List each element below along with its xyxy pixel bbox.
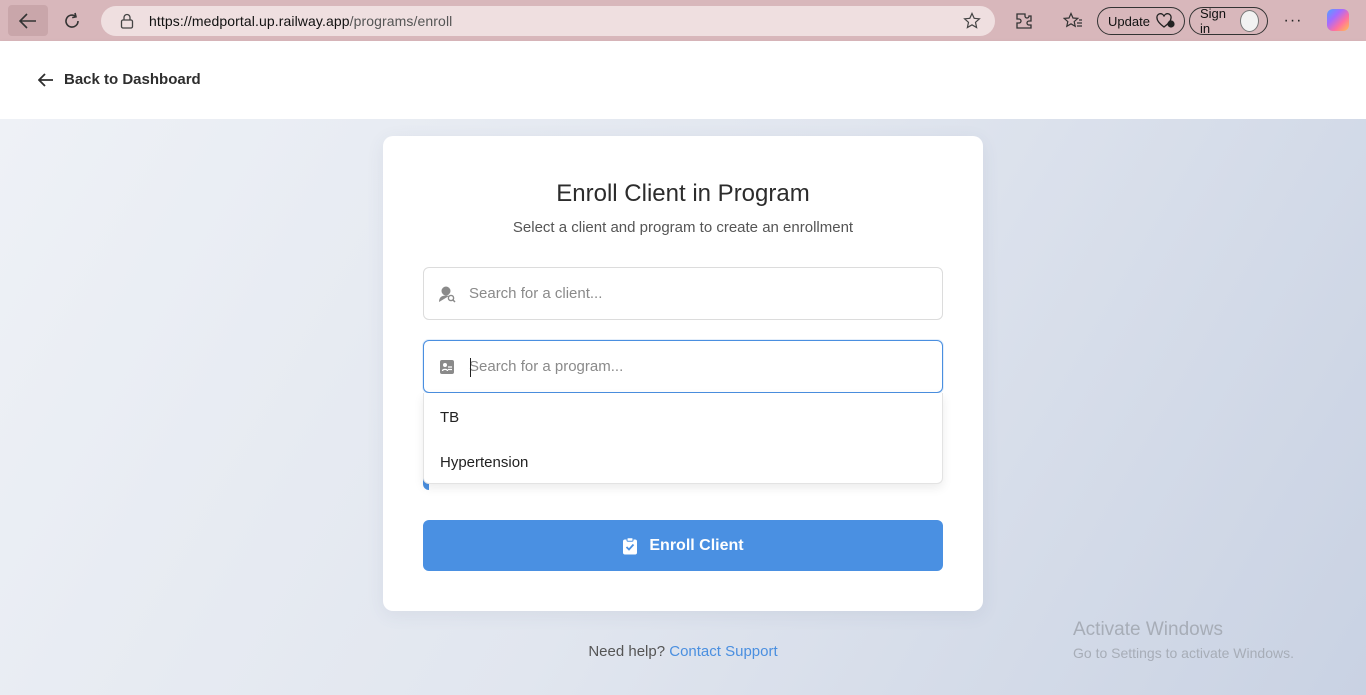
heart-alert-icon [1156,13,1175,28]
text-caret [470,358,471,377]
url-text: https://medportal.up.railway.app/program… [149,13,453,29]
lock-icon [119,13,135,29]
program-option-tb[interactable]: TB [440,409,459,426]
page-subtitle: Select a client and program to create an… [512,219,854,236]
activate-windows-watermark: Activate Windows Go to Settings to activ… [1073,619,1294,661]
update-label: Update [1108,13,1150,29]
sign-in-label: Sign in [1200,6,1227,36]
page-title: Enroll Client in Program [556,180,810,207]
program-dropdown: TB Hypertension [423,393,943,484]
enroll-card: Enroll Client in Program Select a client… [383,136,983,611]
enroll-client-button[interactable]: Enroll Client [423,520,943,571]
client-search-input[interactable] [469,268,929,319]
update-button[interactable]: Update [1097,7,1185,35]
program-search-input[interactable] [469,341,929,392]
browser-refresh-button[interactable] [52,5,92,36]
address-bar[interactable]: https://medportal.up.railway.app/program… [101,6,995,36]
browser-back-button[interactable] [8,5,48,36]
main-content: Enroll Client in Program Select a client… [0,119,1366,695]
program-option-hypertension[interactable]: Hypertension [440,454,528,471]
clipboard-check-icon [623,536,638,554]
watermark-subtitle: Go to Settings to activate Windows. [1073,645,1294,661]
favorites-icon[interactable] [1062,10,1084,32]
page-header: Back to Dashboard [0,41,1366,119]
contact-support-link[interactable]: Contact Support [669,643,777,660]
avatar [1239,10,1259,32]
help-prompt: Need help? [588,643,666,660]
more-menu-button[interactable]: ··· [1280,8,1306,34]
copilot-icon[interactable] [1327,9,1349,31]
arrow-left-icon [38,72,53,87]
enroll-client-label: Enroll Client [649,536,744,554]
client-search-field [423,267,943,320]
back-to-dashboard-label: Back to Dashboard [64,71,201,88]
program-icon [438,358,456,376]
sign-in-button[interactable]: Sign in [1189,6,1268,36]
user-search-icon [438,285,456,303]
refresh-icon [65,12,79,28]
favorite-star-icon[interactable] [963,12,981,30]
back-to-dashboard-link[interactable]: Back to Dashboard [38,71,201,88]
watermark-title: Activate Windows [1073,619,1223,640]
arrow-left-icon [19,12,36,29]
program-search-field [423,340,943,393]
extensions-icon[interactable] [1013,10,1035,32]
browser-toolbar: https://medportal.up.railway.app/program… [0,0,1366,41]
